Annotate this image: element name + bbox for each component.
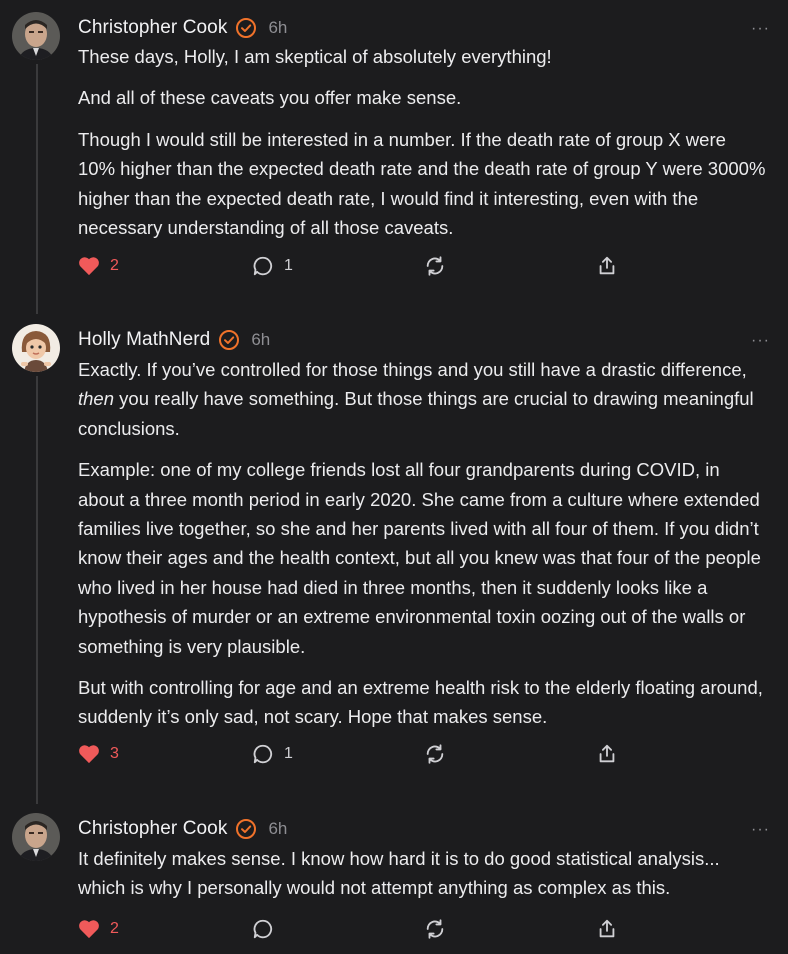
comment-paragraph: These days, Holly, I am skeptical of abs… <box>78 46 552 67</box>
heart-icon <box>79 257 99 276</box>
author-name[interactable]: Holly MathNerd <box>78 329 210 351</box>
avatar[interactable] <box>12 324 60 372</box>
comment-bubble-icon <box>253 256 273 276</box>
comment-paragraph: Though I would still be interested in a … <box>78 128 766 239</box>
timestamp[interactable]: 6h <box>268 18 287 38</box>
heart-icon <box>79 920 99 939</box>
restack-icon <box>426 744 444 764</box>
more-options-icon[interactable]: ··· <box>751 20 770 38</box>
reply-button[interactable]: 1 <box>252 742 293 766</box>
share-icon <box>599 744 615 763</box>
comment-paragraph: Example: one of my college friends lost … <box>78 459 761 657</box>
avatar[interactable] <box>12 12 60 60</box>
reply-button[interactable] <box>252 917 274 941</box>
restack-button[interactable] <box>424 254 446 278</box>
avatar[interactable] <box>12 813 60 861</box>
verified-badge-icon <box>236 819 257 839</box>
timestamp[interactable]: 6h <box>268 819 287 839</box>
verified-badge-icon <box>236 18 257 38</box>
comment-paragraph: It definitely makes sense. I know how ha… <box>78 848 720 899</box>
comment-bubble-icon <box>253 744 273 764</box>
share-button[interactable] <box>596 742 618 766</box>
like-count: 2 <box>110 257 119 274</box>
comment-body: Exactly. If you’ve controlled for those … <box>78 355 768 744</box>
share-button[interactable] <box>596 917 618 941</box>
author-name[interactable]: Christopher Cook <box>78 818 227 840</box>
heart-icon <box>79 745 99 764</box>
thread-line <box>36 64 38 314</box>
verified-badge-icon <box>219 330 240 350</box>
comment-paragraph: Exactly. If you’ve controlled for those … <box>78 359 754 439</box>
restack-icon <box>426 256 444 276</box>
comment-actions: 3 1 <box>78 742 638 766</box>
like-count: 2 <box>110 920 119 937</box>
restack-button[interactable] <box>424 917 446 941</box>
reply-button[interactable]: 1 <box>252 254 293 278</box>
thread-line <box>36 376 38 804</box>
comment-body: These days, Holly, I am skeptical of abs… <box>78 42 768 254</box>
comment-paragraph: But with controlling for age and an extr… <box>78 677 763 728</box>
reply-count: 1 <box>284 745 293 762</box>
share-icon <box>599 919 615 938</box>
reply-count: 1 <box>284 257 293 274</box>
timestamp[interactable]: 6h <box>251 330 270 350</box>
like-count: 3 <box>110 745 119 762</box>
restack-icon <box>426 919 444 939</box>
share-icon <box>599 256 615 275</box>
comment-body: It definitely makes sense. I know how ha… <box>78 844 768 915</box>
restack-button[interactable] <box>424 742 446 766</box>
comment-paragraph: And all of these caveats you offer make … <box>78 87 462 109</box>
more-options-icon[interactable]: ··· <box>751 332 770 350</box>
more-options-icon[interactable]: ··· <box>751 821 770 839</box>
comment-actions: 2 <box>78 917 638 941</box>
comment-bubble-icon <box>253 919 273 939</box>
like-button[interactable]: 3 <box>78 742 119 766</box>
like-button[interactable]: 2 <box>78 917 119 941</box>
share-button[interactable] <box>596 254 618 278</box>
like-button[interactable]: 2 <box>78 254 119 278</box>
author-name[interactable]: Christopher Cook <box>78 17 227 39</box>
comment-actions: 2 1 <box>78 254 638 278</box>
